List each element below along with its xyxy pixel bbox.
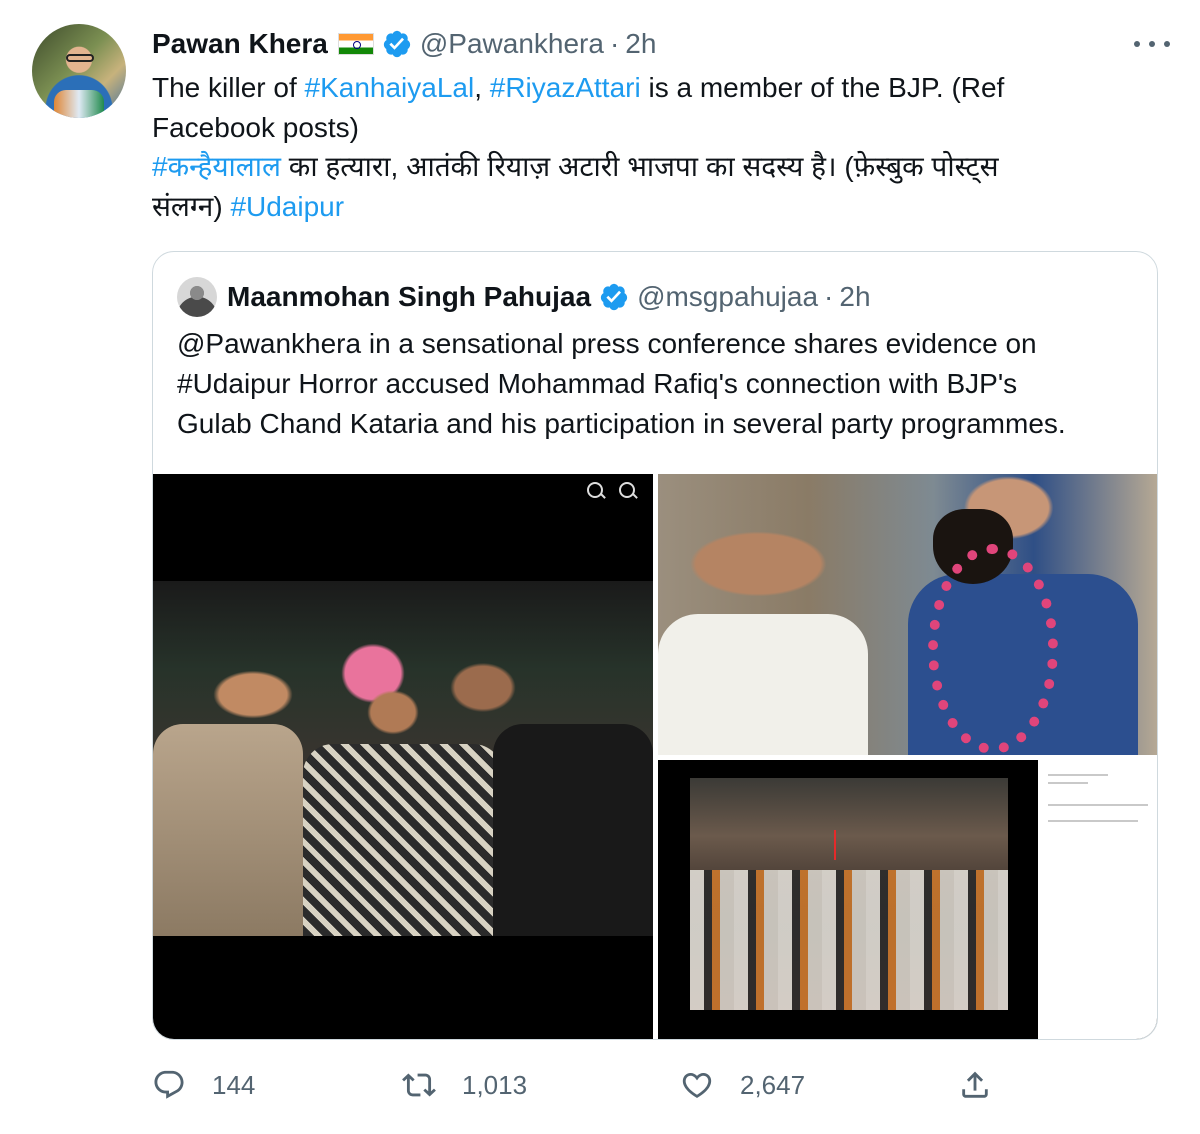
tweet-text-line: #कन्हैयालाल का हत्यारा, आतंकी रियाज़ अटा…: [152, 147, 1142, 187]
hashtag-link[interactable]: #कन्हैयालाल: [152, 151, 281, 182]
separator-dot: ·: [824, 281, 834, 312]
media-photo-1[interactable]: [153, 474, 653, 1039]
zoom-out-icon: [619, 482, 635, 498]
zoom-in-icon: [587, 482, 603, 498]
hashtag-link[interactable]: #Udaipur: [230, 191, 344, 222]
flower-garland: [928, 544, 1058, 754]
heart-icon: [682, 1072, 712, 1098]
person-figure: [303, 744, 503, 936]
media-photo-3[interactable]: [658, 760, 1157, 1039]
reply-icon: [154, 1070, 184, 1099]
india-flag-icon: [337, 33, 374, 55]
media-grid: [153, 474, 1157, 1039]
retweet-button[interactable]: 1,013: [402, 1062, 527, 1108]
crowd-figures: [690, 870, 1008, 1010]
panel-line: [1048, 774, 1108, 776]
like-button[interactable]: 2,647: [680, 1062, 805, 1108]
more-dot: [1164, 41, 1170, 47]
tweet-text: The killer of #KanhaiyaLal, #RiyazAttari…: [152, 68, 1142, 226]
more-dot: [1149, 41, 1155, 47]
author-handle[interactable]: @Pawankhera: [420, 28, 604, 60]
panel-line: [1048, 804, 1148, 806]
quoted-author-handle[interactable]: @msgpahujaa: [637, 281, 818, 313]
tweet-time[interactable]: 2h: [625, 28, 656, 60]
person-figure: [658, 614, 868, 755]
more-dot: [1134, 41, 1140, 47]
tweet-text-line: Facebook posts): [152, 111, 359, 143]
retweet-count: 1,013: [462, 1069, 528, 1100]
verified-badge-icon: [383, 30, 410, 58]
share-button[interactable]: [958, 1062, 992, 1108]
quoted-text-line: @Pawankhera in a sensational press confe…: [177, 328, 1037, 359]
quoted-author-line: Maanmohan Singh Pahujaa @msgpahujaa · 2h: [177, 277, 871, 317]
text-segment: का हत्यारा, आतंकी रियाज़ अटारी भाजपा का …: [281, 151, 999, 182]
text-segment: ,: [474, 72, 490, 103]
red-arrow-marker: [834, 830, 836, 860]
verified-badge-icon: [600, 283, 628, 311]
tweet[interactable]: Pawan Khera @Pawankhera · 2h The killer …: [0, 0, 1200, 1134]
quoted-tweet[interactable]: Maanmohan Singh Pahujaa @msgpahujaa · 2h…: [152, 251, 1158, 1040]
reply-count: 144: [212, 1069, 256, 1100]
quoted-author-avatar[interactable]: [177, 277, 217, 317]
share-icon: [962, 1071, 988, 1098]
like-count: 2,647: [740, 1069, 806, 1100]
avatar-scarf: [54, 90, 104, 118]
text-segment: is a member of the BJP. (Ref: [640, 72, 1005, 103]
quoted-text-line: Gulab Chand Kataria and his participatio…: [177, 408, 1066, 439]
media-photo-2[interactable]: [658, 474, 1157, 755]
person-figure: [153, 724, 303, 936]
avatar-glasses: [66, 54, 94, 62]
tweet-text-line: The killer of #KanhaiyaLal, #RiyazAttari…: [152, 68, 1142, 108]
quoted-tweet-text: @Pawankhera in a sensational press confe…: [177, 324, 1147, 444]
tweet-text-line: संलग्न) #Udaipur: [152, 187, 1142, 227]
author-avatar[interactable]: [32, 24, 126, 118]
separator-dot: ·: [609, 28, 620, 59]
more-options-icon[interactable]: [1134, 34, 1170, 54]
tweet-actions: 144 1,013 2,647: [152, 1062, 1012, 1108]
author-name[interactable]: Pawan Khera: [152, 28, 328, 60]
quoted-tweet-time[interactable]: 2h: [839, 281, 870, 313]
author-line: Pawan Khera @Pawankhera · 2h: [152, 28, 656, 60]
retweet-icon: [402, 1073, 436, 1097]
hashtag-link[interactable]: #KanhaiyaLal: [305, 72, 475, 103]
text-segment: The killer of: [152, 72, 305, 103]
reply-button[interactable]: 144: [152, 1062, 255, 1108]
quoted-author-name[interactable]: Maanmohan Singh Pahujaa: [227, 281, 591, 313]
panel-line: [1048, 820, 1138, 822]
text-segment: संलग्न): [152, 190, 231, 222]
hashtag-link[interactable]: #RiyazAttari: [490, 72, 641, 103]
person-figure: [493, 724, 653, 936]
facebook-post-panel: [1038, 760, 1157, 1039]
panel-line: [1048, 782, 1088, 784]
quoted-text-line: #Udaipur Horror accused Mohammad Rafiq's…: [177, 368, 1018, 399]
